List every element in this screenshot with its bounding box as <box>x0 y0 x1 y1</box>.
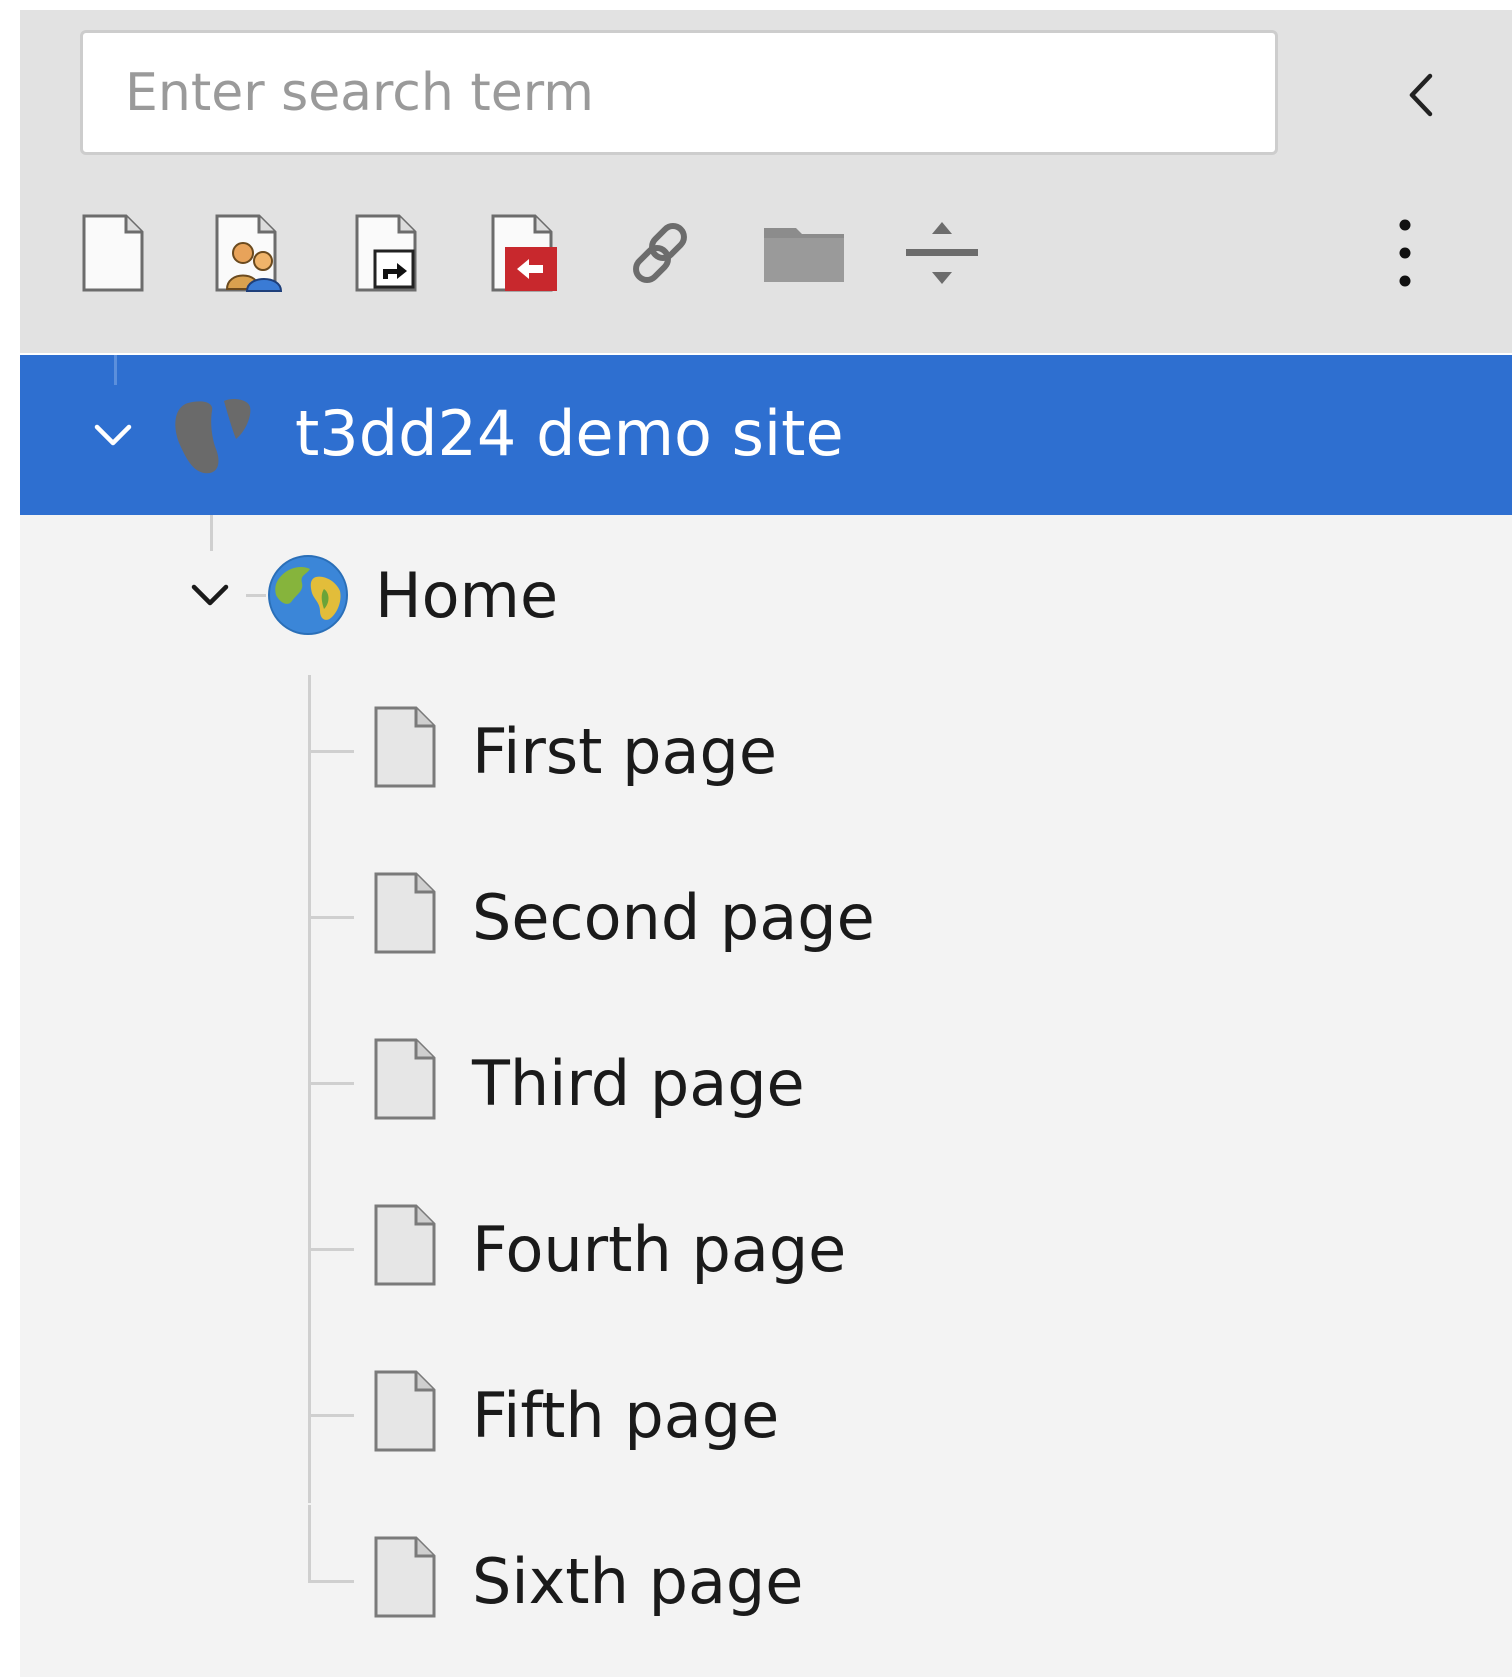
page-icon <box>374 706 436 788</box>
page-icon <box>374 1204 436 1286</box>
new-spacer-button[interactable] <box>897 205 987 300</box>
page-tree-panel: t3dd24 demo site Home <box>20 10 1512 1677</box>
search-box <box>80 30 1278 155</box>
tree-guide-line <box>308 750 354 753</box>
tree-node-page[interactable]: Third page <box>20 1007 1512 1167</box>
tree-guide-line <box>308 1248 354 1251</box>
shortcut-page-icon <box>355 214 417 291</box>
tree-guide-line <box>308 1414 354 1417</box>
tree-guide-line <box>246 594 266 597</box>
globe-icon <box>268 555 348 635</box>
tree-node-page[interactable]: Fourth page <box>20 1173 1512 1333</box>
more-options-icon <box>1399 219 1411 286</box>
tree-node-page[interactable]: Fifth page <box>20 1339 1512 1499</box>
tree-guide-line <box>308 916 354 919</box>
link-external-icon <box>633 222 687 283</box>
typo3-site-icon <box>175 399 251 474</box>
tree-node-label[interactable]: Third page <box>472 1047 805 1120</box>
tree-node-label[interactable]: Fifth page <box>472 1379 779 1452</box>
backend-user-section-icon <box>215 214 283 292</box>
page-icon <box>374 1536 436 1618</box>
new-page-button[interactable] <box>68 205 158 300</box>
page-icon <box>374 1370 436 1452</box>
tree-node-page[interactable]: Second page <box>20 841 1512 1001</box>
chevron-down-icon <box>94 424 132 446</box>
tree-guide-line <box>308 1505 311 1581</box>
tree-node-page[interactable]: First page <box>20 675 1512 835</box>
spacer-icon <box>906 221 978 284</box>
tree-node-home[interactable]: Home <box>20 515 1512 675</box>
new-backend-section-button[interactable] <box>206 205 296 300</box>
collapse-tree-button[interactable] <box>1390 65 1450 125</box>
folder-icon <box>764 227 844 282</box>
new-folder-button[interactable] <box>754 205 854 300</box>
tree-guide-line <box>308 1082 354 1085</box>
tree-node-label[interactable]: t3dd24 demo site <box>295 397 844 470</box>
new-shortcut-page-button[interactable] <box>343 205 433 300</box>
tree-node-label[interactable]: Fourth page <box>472 1213 846 1286</box>
search-input[interactable] <box>107 49 1247 137</box>
tree-node-label[interactable]: Sixth page <box>472 1545 803 1618</box>
tree-node-page[interactable]: Sixth page <box>20 1505 1512 1665</box>
tree-node-label[interactable]: Second page <box>472 881 875 954</box>
page-icon <box>374 1038 436 1120</box>
tree-guide-line <box>308 1580 354 1583</box>
more-options-button[interactable] <box>1375 205 1435 300</box>
tree-toggle-root[interactable] <box>83 405 143 465</box>
new-mountpoint-page-button[interactable] <box>480 205 570 300</box>
chevron-down-icon <box>191 584 229 606</box>
tree-node-label[interactable]: First page <box>472 715 777 788</box>
chevron-left-icon <box>1409 73 1433 117</box>
tree-node-label[interactable]: Home <box>375 559 558 632</box>
new-page-icon <box>82 214 144 291</box>
tree-guide-line <box>114 355 117 385</box>
mountpoint-page-icon <box>491 214 557 291</box>
page-icon <box>374 872 436 954</box>
tree-node-root[interactable]: t3dd24 demo site <box>20 355 1512 515</box>
page-tree-toolbar <box>20 10 1512 355</box>
tree-toggle-home[interactable] <box>180 565 240 625</box>
tree-guide-line <box>210 515 213 551</box>
new-link-button[interactable] <box>617 205 707 300</box>
